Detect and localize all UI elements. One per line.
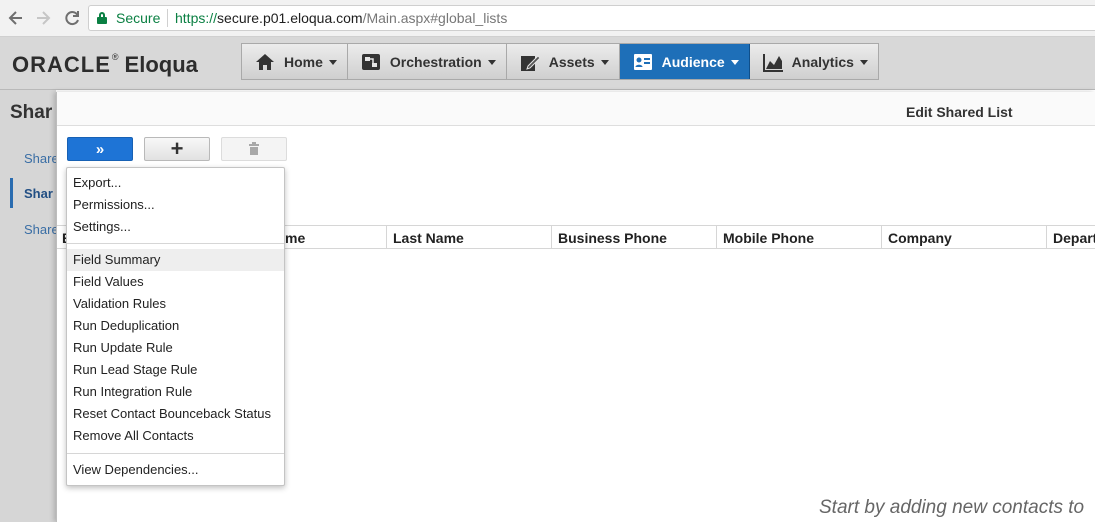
nav-tab-label: Assets (548, 53, 595, 70)
column-header-last-name[interactable]: Last Name (386, 226, 551, 248)
lock-icon (97, 12, 107, 24)
chevron-down-icon (487, 59, 496, 65)
secure-label: Secure (116, 10, 161, 26)
reload-icon[interactable] (62, 8, 82, 28)
menu-divider (67, 243, 284, 244)
chevron-down-icon (859, 59, 868, 65)
menu-item-reset-bounceback-status[interactable]: Reset Contact Bounceback Status (67, 403, 284, 425)
plus-icon: + (170, 136, 184, 161)
delete-button[interactable] (221, 137, 287, 161)
analytics-icon (762, 51, 784, 73)
back-arrow-icon[interactable] (6, 8, 26, 28)
nav-tab-label: Orchestration (389, 53, 482, 70)
url-host: secure.p01.eloqua.com (217, 10, 363, 26)
left-panel-title: Shar (10, 102, 53, 123)
nav-tab-home[interactable]: Home (242, 44, 348, 79)
nav-tab-assets[interactable]: Assets (507, 44, 620, 79)
nav-tab-audience[interactable]: Audience (619, 44, 750, 79)
column-header-company[interactable]: Company (881, 226, 1046, 248)
menu-item-run-update-rule[interactable]: Run Update Rule (67, 337, 284, 359)
assets-icon (519, 51, 541, 73)
orchestration-icon (360, 51, 382, 73)
menu-item-export[interactable]: Export... (67, 172, 284, 194)
nav-tab-label: Audience (661, 53, 725, 70)
oracle-eloqua-logo[interactable]: ORACLE® Eloqua (12, 52, 198, 78)
url-divider (167, 9, 168, 27)
app-header: ORACLE® Eloqua Home Orchestration Assets … (0, 37, 1095, 90)
left-panel-item[interactable]: Share (24, 222, 59, 237)
double-chevron-right-icon: » (95, 140, 105, 158)
menu-item-validation-rules[interactable]: Validation Rules (67, 293, 284, 315)
url-path: /Main.aspx#global_lists (362, 10, 508, 26)
logo-trademark: ® (111, 52, 119, 62)
nav-tab-label: Analytics (791, 53, 854, 70)
chevron-down-icon (328, 59, 337, 65)
main-nav: Home Orchestration Assets Audience Analy… (241, 43, 879, 80)
column-header-department[interactable]: Depart (1046, 226, 1095, 248)
menu-item-settings[interactable]: Settings... (67, 216, 284, 238)
chevron-down-icon (730, 59, 739, 65)
menu-item-field-values[interactable]: Field Values (67, 271, 284, 293)
active-item-indicator (10, 178, 13, 208)
logo-eloqua-text: Eloqua (124, 52, 198, 77)
nav-tab-orchestration[interactable]: Orchestration (348, 44, 507, 79)
nav-tab-label: Home (284, 53, 323, 70)
actions-menu-button[interactable]: » (67, 137, 133, 161)
menu-item-remove-all-contacts[interactable]: Remove All Contacts (67, 425, 284, 447)
menu-item-view-dependencies[interactable]: View Dependencies... (67, 459, 284, 481)
empty-list-message: Start by adding new contacts to (819, 497, 1085, 518)
audience-icon (632, 51, 654, 73)
menu-item-run-integration-rule[interactable]: Run Integration Rule (67, 381, 284, 403)
menu-item-permissions[interactable]: Permissions... (67, 194, 284, 216)
add-contact-button[interactable]: + (144, 136, 210, 161)
trash-icon (249, 142, 259, 155)
url-text[interactable]: https://secure.p01.eloqua.com/Main.aspx#… (175, 10, 507, 26)
logo-oracle-text: ORACLE (12, 52, 111, 77)
chevron-down-icon (600, 59, 609, 65)
left-panel-item-active[interactable]: Shar (24, 186, 53, 201)
address-bar[interactable]: Secure https://secure.p01.eloqua.com/Mai… (88, 5, 1095, 31)
actions-dropdown-menu: Export... Permissions... Settings... Fie… (66, 167, 285, 486)
forward-arrow-icon[interactable] (33, 8, 53, 28)
browser-toolbar: Secure https://secure.p01.eloqua.com/Mai… (0, 0, 1095, 37)
dialog-header: Edit Shared List (57, 92, 1095, 126)
column-header-mobile-phone[interactable]: Mobile Phone (716, 226, 881, 248)
menu-item-run-deduplication[interactable]: Run Deduplication (67, 315, 284, 337)
menu-divider (67, 453, 284, 454)
left-panel: Shar Share Shar Share (0, 90, 59, 522)
nav-tab-analytics[interactable]: Analytics (750, 44, 878, 79)
url-scheme: https:// (175, 10, 218, 26)
column-header-business-phone[interactable]: Business Phone (551, 226, 716, 248)
left-panel-item[interactable]: Share (24, 151, 59, 166)
menu-item-run-lead-stage-rule[interactable]: Run Lead Stage Rule (67, 359, 284, 381)
dialog-title: Edit Shared List (906, 104, 1013, 120)
menu-item-field-summary[interactable]: Field Summary (67, 249, 284, 271)
home-icon (254, 51, 276, 73)
